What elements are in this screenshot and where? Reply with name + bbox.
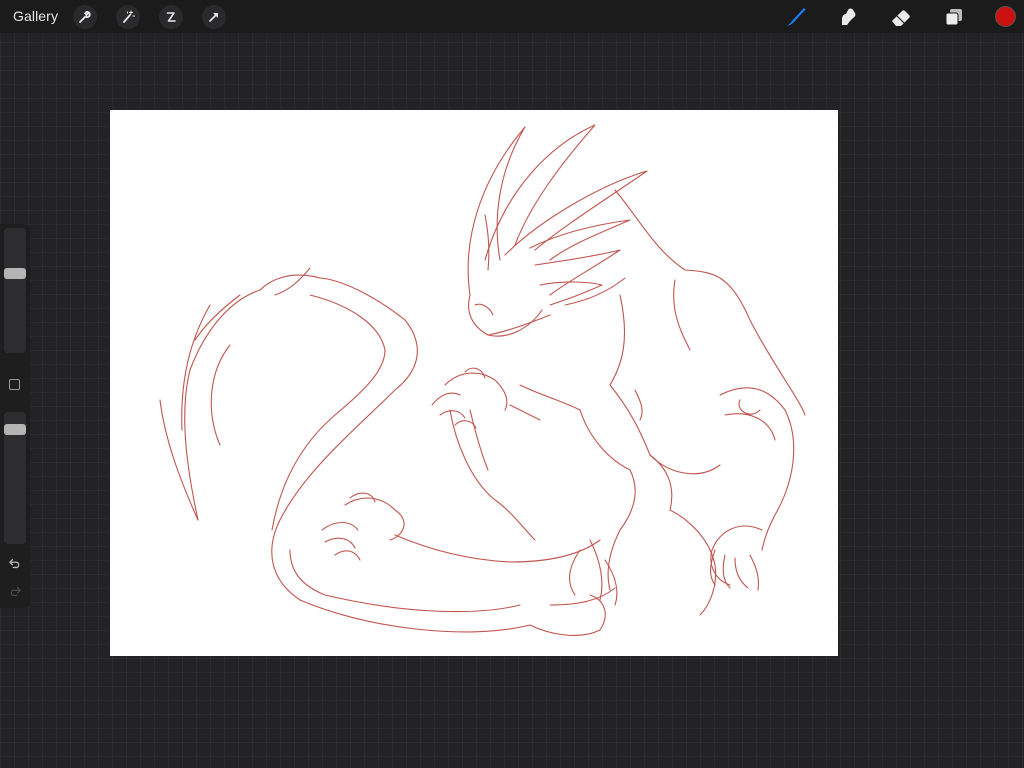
- magic-wand-icon[interactable]: [116, 5, 140, 29]
- dragon-sketch: [159, 124, 806, 636]
- transform-arrow-icon[interactable]: [202, 5, 226, 29]
- brush-size-slider[interactable]: [4, 228, 26, 353]
- opacity-slider-knob[interactable]: [4, 424, 26, 436]
- color-picker-swatch[interactable]: [995, 6, 1016, 27]
- modify-square-icon[interactable]: [9, 379, 20, 390]
- drawing-canvas[interactable]: [110, 110, 838, 656]
- brush-size-slider-knob[interactable]: [4, 267, 26, 279]
- left-sidebar: [0, 224, 30, 608]
- top-toolbar: Gallery: [0, 0, 1024, 33]
- layers-icon[interactable]: [941, 4, 967, 30]
- brush-icon[interactable]: [783, 4, 809, 30]
- redo-icon[interactable]: [6, 584, 24, 600]
- undo-icon[interactable]: [6, 556, 24, 572]
- eraser-icon[interactable]: [888, 4, 914, 30]
- wrench-icon[interactable]: [73, 5, 97, 29]
- selection-icon[interactable]: [159, 5, 183, 29]
- gallery-button[interactable]: Gallery: [13, 8, 58, 24]
- smudge-icon[interactable]: [835, 4, 861, 30]
